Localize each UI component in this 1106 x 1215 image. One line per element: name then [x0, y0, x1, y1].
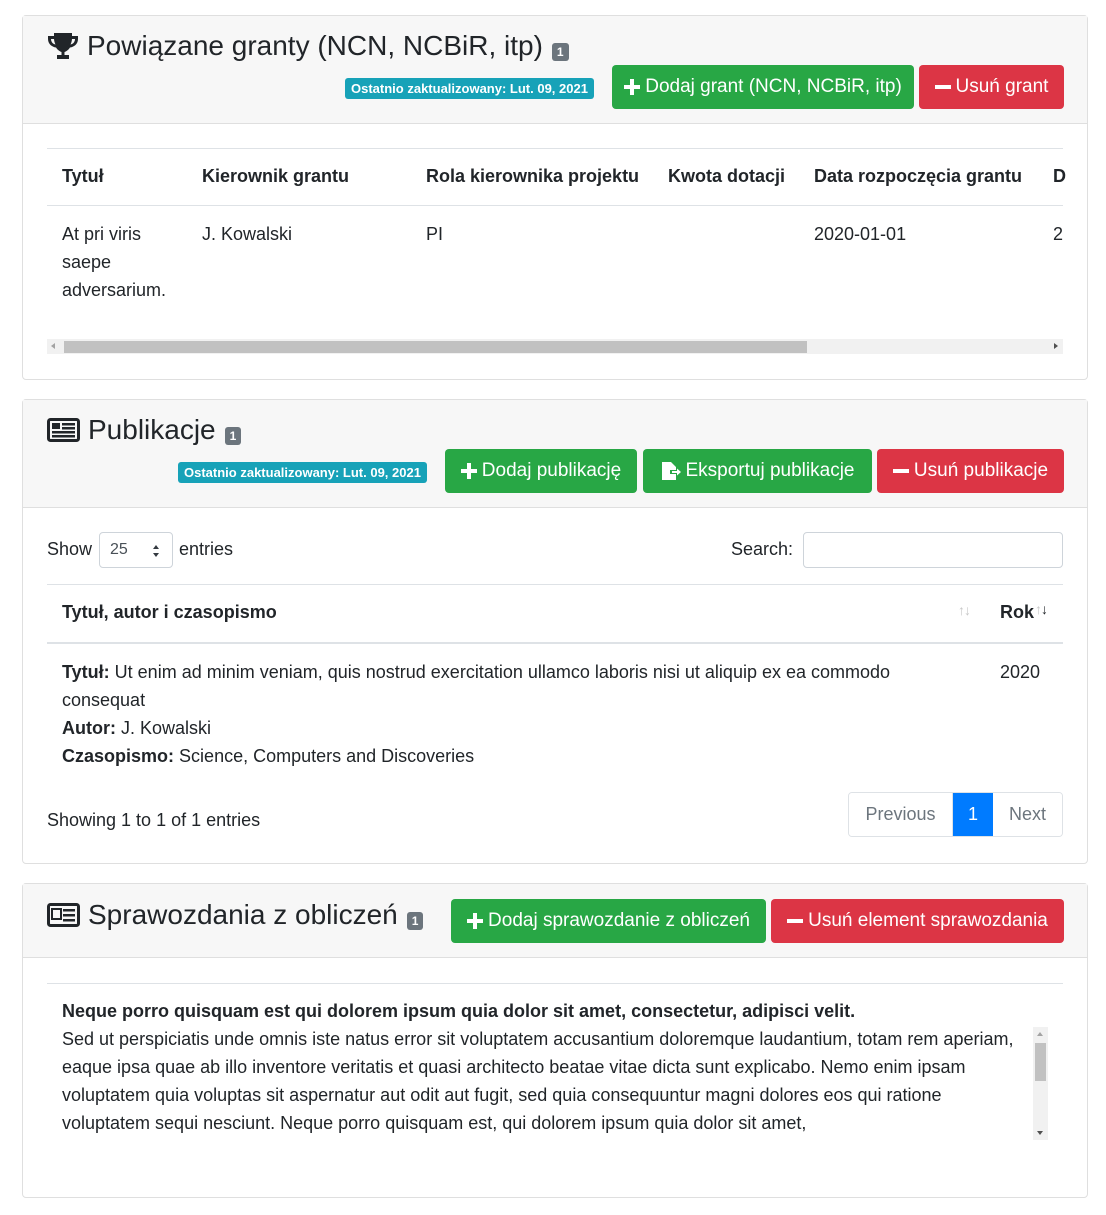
publications-title-text: Publikacje — [88, 414, 216, 445]
grants-title-text: Powiązane granty (NCN, NCBiR, itp) — [87, 30, 543, 61]
publications-count-badge: 1 — [224, 427, 242, 445]
entries-select-value: 25 — [110, 541, 128, 558]
minus-icon — [787, 913, 804, 929]
grant-role-cell: PI — [426, 224, 444, 244]
publications-col-year[interactable]: Rok — [1000, 602, 1034, 623]
publication-title-label: Tytuł: — [62, 662, 110, 682]
publications-table-head-border — [47, 642, 1063, 644]
add-grant-label: Dodaj grant (NCN, NCBiR, itp) — [645, 76, 902, 97]
scroll-up-arrow-icon[interactable] — [1037, 1032, 1043, 1036]
publications-table-top-border — [47, 584, 1063, 585]
scroll-down-arrow-icon[interactable] — [1037, 1131, 1043, 1135]
add-publication-button[interactable]: Dodaj publikację — [445, 449, 637, 493]
publication-journal-label: Czasopismo: — [62, 746, 175, 766]
minus-icon — [934, 79, 951, 95]
publication-cell: Tytuł: Ut enim ad minim veniam, quis nos… — [62, 658, 962, 770]
pagination-page-1[interactable]: 1 — [953, 793, 993, 836]
publications-card: Publikacje 1 Ostatnio zaktualizowany: Lu… — [22, 399, 1088, 864]
remove-report-button[interactable]: Usuń element sprawozdania — [771, 899, 1064, 943]
entries-select[interactable]: 25 — [99, 532, 173, 568]
entries-label: entries — [179, 539, 234, 559]
grant-title-cell: At pri viris saepe adversarium. — [62, 224, 167, 300]
grants-col-start[interactable]: Data rozpoczęcia grantu — [814, 166, 1022, 187]
show-label: Show — [47, 539, 93, 559]
grants-table-head-border — [47, 205, 1063, 206]
publication-year-cell: 2020 — [1000, 662, 1041, 682]
select-arrows-icon — [152, 544, 160, 558]
grants-horizontal-scrollbar[interactable] — [47, 339, 1063, 354]
grant-start-cell: 2020-01-01 — [814, 224, 907, 244]
sort-both-icon[interactable]: ↑↓ — [958, 602, 971, 618]
add-publication-label: Dodaj publikację — [481, 460, 622, 481]
publication-journal: Science, Computers and Discoveries — [179, 746, 475, 766]
reports-top-border — [47, 983, 1063, 984]
add-grant-button[interactable]: Dodaj grant (NCN, NCBiR, itp) — [612, 65, 914, 109]
reports-title: Sprawozdania z obliczeń 1 — [47, 899, 424, 931]
trophy-icon — [48, 33, 78, 59]
grants-updated-badge: Ostatnio zaktualizowany: Lut. 09, 2021 — [345, 78, 594, 99]
search-input[interactable] — [803, 532, 1063, 568]
grant-end-cell-cut: 2 — [1053, 224, 1064, 244]
sort-desc-icon[interactable]: ↑↓ — [1035, 601, 1048, 617]
grants-count-badge: 1 — [551, 43, 569, 61]
remove-grant-button[interactable]: Usuń grant — [919, 65, 1064, 109]
scroll-thumb-vertical[interactable] — [1035, 1043, 1046, 1081]
publications-title: Publikacje 1 — [47, 414, 242, 446]
id-card-icon — [47, 903, 80, 927]
grants-table-top-border — [47, 148, 1063, 149]
pagination: Previous 1 Next — [848, 792, 1063, 837]
report-body: Sed ut perspiciatis unde omnis iste natu… — [62, 1029, 1014, 1133]
remove-publications-label: Usuń publikacje — [913, 460, 1049, 481]
publications-updated-badge: Ostatnio zaktualizowany: Lut. 09, 2021 — [178, 462, 427, 483]
grants-col-title[interactable]: Tytuł — [62, 166, 104, 187]
add-report-button[interactable]: Dodaj sprawozdanie z obliczeń — [451, 899, 766, 943]
publication-author-label: Autor: — [62, 718, 116, 738]
report-body-scroll[interactable]: Sed ut perspiciatis unde omnis iste natu… — [62, 1025, 1049, 1141]
plus-icon — [467, 913, 484, 929]
publications-info: Showing 1 to 1 of 1 entries — [47, 810, 261, 830]
remove-grant-label: Usuń grant — [955, 76, 1049, 97]
reports-card: Sprawozdania z obliczeń 1 Dodaj sprawozd… — [22, 883, 1088, 1198]
export-publications-label: Eksportuj publikacje — [685, 460, 855, 481]
reports-header: Sprawozdania z obliczeń 1 Dodaj sprawozd… — [23, 884, 1087, 958]
grants-header: Powiązane granty (NCN, NCBiR, itp) 1 Ost… — [23, 16, 1087, 124]
scroll-thumb[interactable] — [64, 341, 807, 353]
plus-icon — [624, 79, 641, 95]
publication-title: Ut enim ad minim veniam, quis nostrud ex… — [62, 662, 891, 710]
scroll-right-arrow-icon[interactable] — [1054, 343, 1058, 349]
grants-col-amount[interactable]: Kwota dotacji — [668, 166, 785, 187]
reports-count-badge: 1 — [406, 912, 424, 930]
grants-title: Powiązane granty (NCN, NCBiR, itp) 1 — [47, 30, 569, 62]
grants-col-end-cut[interactable]: D — [1053, 166, 1066, 187]
minus-icon — [892, 463, 909, 479]
add-report-label: Dodaj sprawozdanie z obliczeń — [488, 910, 750, 931]
grants-card: Powiązane granty (NCN, NCBiR, itp) 1 Ost… — [22, 15, 1088, 380]
newspaper-icon — [47, 418, 80, 442]
plus-icon — [460, 463, 477, 479]
scroll-left-arrow-icon[interactable] — [51, 343, 55, 349]
report-heading: Neque porro quisquam est qui dolorem ips… — [62, 1001, 856, 1021]
pagination-next[interactable]: Next — [993, 793, 1062, 836]
publications-header: Publikacje 1 Ostatnio zaktualizowany: Lu… — [23, 400, 1087, 508]
remove-publications-button[interactable]: Usuń publikacje — [877, 449, 1064, 493]
export-publications-button[interactable]: Eksportuj publikacje — [643, 449, 872, 493]
remove-report-label: Usuń element sprawozdania — [808, 910, 1048, 931]
search-label: Search: — [731, 539, 794, 559]
publication-author: J. Kowalski — [121, 718, 212, 738]
grants-col-lead[interactable]: Kierownik grantu — [202, 166, 349, 187]
file-export-icon — [661, 461, 681, 481]
publications-col-title[interactable]: Tytuł, autor i czasopismo — [62, 602, 277, 623]
grant-lead-cell: J. Kowalski — [202, 224, 293, 244]
pagination-previous[interactable]: Previous — [849, 793, 953, 836]
reports-title-text: Sprawozdania z obliczeń — [88, 899, 398, 930]
grants-col-role[interactable]: Rola kierownika projektu — [426, 166, 639, 187]
report-vertical-scrollbar[interactable] — [1033, 1027, 1048, 1140]
